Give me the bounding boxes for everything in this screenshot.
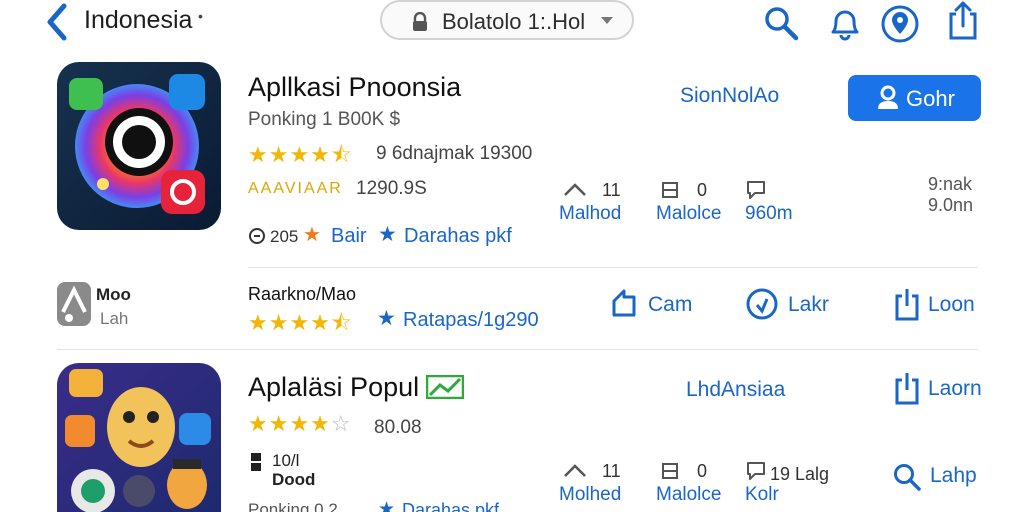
chevron-left-icon	[47, 3, 67, 41]
metric-num-1: 11	[602, 180, 621, 200]
row3-extra-metric: 19 Lalg	[770, 464, 830, 484]
region-mark: •	[198, 8, 203, 24]
comment-icon	[746, 461, 766, 481]
back-button[interactable]	[44, 2, 72, 42]
lock-icon	[412, 12, 428, 32]
row3-title[interactable]: Aplaläsi Popul	[248, 372, 419, 403]
featured-app-subtitle: Ponking 1 B00K $	[248, 109, 401, 130]
row2-ratings-link[interactable]: Ratapas/1g290	[403, 309, 539, 332]
chevron-down-icon	[600, 16, 614, 26]
row3-metric-label-3[interactable]: Kolr	[745, 484, 779, 506]
camera-icon	[610, 287, 638, 319]
grid-icon	[250, 452, 262, 472]
row3-cut-text-left: Ponking 0 2 ...	[248, 500, 357, 512]
featured-side-bottom: 9.0nn	[928, 195, 974, 215]
share-button[interactable]	[944, 0, 982, 40]
comment-icon	[746, 180, 766, 200]
metric-num-2: 0	[697, 180, 708, 200]
share-icon	[949, 1, 977, 40]
metric-label-3[interactable]: 960m	[745, 203, 793, 225]
featured-app-icon[interactable]	[57, 62, 221, 230]
star-outline-icon: ★	[378, 499, 396, 512]
chevron-up-icon	[563, 462, 587, 478]
row3-metric-num-1: 11	[602, 461, 621, 481]
chevron-up-icon	[563, 181, 587, 197]
featured-tag: AAAVIAAR	[248, 180, 343, 197]
star-outline-icon: ★	[378, 223, 397, 246]
location-pin-icon	[881, 5, 919, 43]
metric-label-2[interactable]: Malolce	[656, 203, 721, 225]
row2-rating-stars: ★★★★⯪	[248, 311, 353, 336]
row3-rating-stars: ★★★★☆	[248, 412, 352, 437]
row3-metric-num-2: 0	[697, 461, 708, 481]
developer-link[interactable]: SionNolAo	[680, 84, 779, 108]
share-icon	[894, 286, 920, 322]
row2-icon-label-top: Moo	[96, 285, 131, 304]
search-icon	[892, 462, 922, 492]
featured-badge-count: 205	[270, 227, 299, 246]
row3-center-link[interactable]: LhdAnsiaa	[686, 378, 785, 402]
refresh-icon	[745, 287, 779, 321]
download-count-icon	[248, 227, 266, 245]
row3-metric-label-2[interactable]: Malolce	[656, 484, 721, 506]
search-pill[interactable]: Bolatolo 1:.Hol	[380, 0, 634, 40]
featured-rating-text: 9 6dnajmak 19300	[376, 143, 533, 164]
get-button-label: Gohr	[906, 86, 955, 111]
search-pill-text: Bolatolo 1:.Hol	[442, 9, 586, 34]
search-icon	[765, 7, 799, 41]
divider	[248, 267, 978, 268]
get-button[interactable]: Gohr	[848, 75, 981, 121]
featured-app-title[interactable]: Apllkasi Pnoonsia	[248, 72, 461, 103]
row2-action-lakr[interactable]: Lakr	[788, 293, 829, 317]
divider	[57, 349, 978, 350]
row2-action-loon[interactable]: Loon	[928, 293, 975, 317]
row3-side-label: Dood	[272, 470, 316, 489]
star-outline-icon: ★	[377, 307, 396, 330]
chart-icon	[426, 375, 464, 399]
row2-action-cam[interactable]: Cam	[648, 293, 692, 317]
row2-icon-label-bottom: Lah	[100, 309, 129, 328]
featured-side-top: 9:nak	[928, 174, 973, 194]
search-button[interactable]	[762, 4, 800, 42]
row3-metric-label-1[interactable]: Molhed	[559, 484, 621, 506]
location-button[interactable]	[880, 4, 919, 43]
featured-tag-value: 1290.9S	[356, 178, 427, 199]
row2-app-icon[interactable]	[57, 282, 91, 326]
box-icon	[661, 462, 679, 480]
row2-title[interactable]: Raarkno/Mao	[248, 284, 356, 305]
user-icon	[876, 85, 900, 111]
featured-rating-stars: ★★★★⯪	[248, 143, 353, 168]
region-title: Indonesia	[84, 6, 193, 34]
row3-side-num: 10/l	[272, 451, 300, 470]
featured-link-2[interactable]: Darahas pkf	[404, 225, 512, 248]
metric-label-1[interactable]: Malhod	[559, 203, 621, 225]
box-icon	[661, 181, 679, 199]
row3-top-action[interactable]: Laorn	[928, 377, 982, 401]
row3-bottom-action[interactable]: Lahp	[930, 464, 977, 488]
bell-icon	[831, 10, 859, 41]
notifications-button[interactable]	[826, 4, 864, 42]
featured-link-1[interactable]: Bair	[331, 225, 367, 248]
star-icon: ★	[303, 222, 322, 246]
row3-cut-text-right[interactable]: Darahas pkf	[402, 500, 499, 512]
row3-app-icon[interactable]	[57, 363, 221, 512]
share-icon	[894, 370, 920, 406]
row3-rating-text: 80.08	[374, 417, 422, 438]
